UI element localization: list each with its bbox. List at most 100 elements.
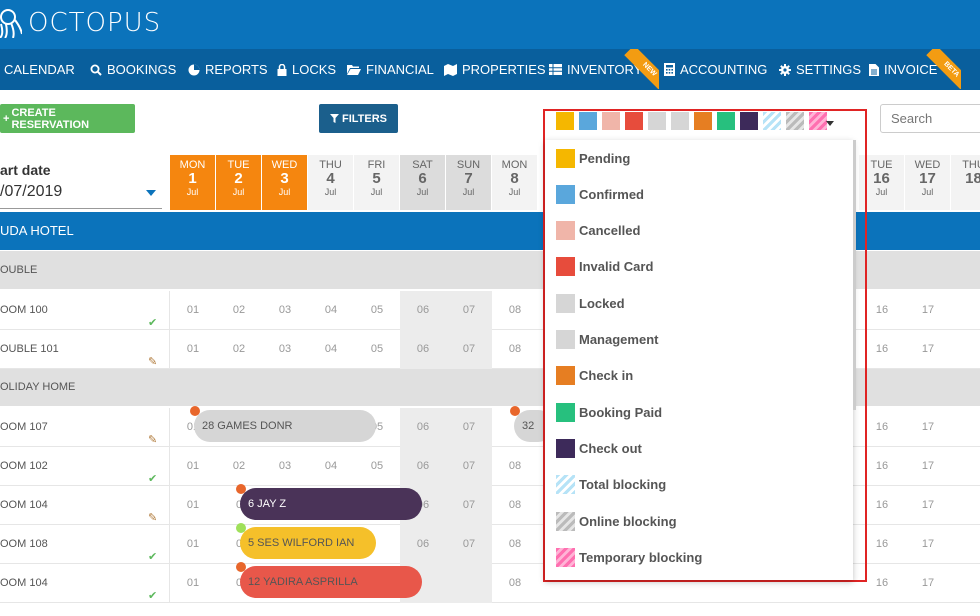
day-cell[interactable]: 01 bbox=[170, 330, 216, 369]
legend-item[interactable]: Booking Paid bbox=[556, 402, 662, 422]
day-cell[interactable]: 17 bbox=[905, 291, 951, 330]
day-cell[interactable]: 17 bbox=[905, 447, 951, 486]
day-cell[interactable]: 08 bbox=[492, 564, 538, 603]
room-name-cell[interactable]: OOM 100 ✔ bbox=[0, 291, 170, 330]
day-column-header[interactable]: SAT 6 Jul bbox=[400, 155, 446, 210]
day-cell[interactable]: 03 bbox=[262, 291, 308, 330]
day-cell[interactable]: 17 bbox=[905, 486, 951, 525]
booking-bar[interactable]: 6 JAY Z bbox=[240, 488, 422, 520]
legend-item[interactable]: Pending bbox=[556, 148, 630, 168]
status-swatch[interactable] bbox=[740, 112, 758, 130]
day-column-header[interactable]: FRI 5 Jul bbox=[354, 155, 400, 210]
day-cell[interactable]: 04 bbox=[308, 330, 354, 369]
day-cell[interactable]: 17 bbox=[905, 330, 951, 369]
day-cell[interactable]: 04 bbox=[308, 447, 354, 486]
nav-settings[interactable]: SETTINGS bbox=[779, 49, 861, 90]
legend-item[interactable]: Cancelled bbox=[556, 221, 640, 241]
booking-bar[interactable]: 12 YADIRA ASPRILLA bbox=[240, 566, 422, 598]
day-cell[interactable]: 08 bbox=[492, 525, 538, 564]
status-swatch[interactable] bbox=[809, 112, 827, 130]
nav-accounting[interactable]: ACCOUNTING bbox=[664, 49, 767, 90]
booking-bar[interactable]: 5 SES WILFORD IAN bbox=[240, 527, 376, 559]
day-cell[interactable]: 17 bbox=[905, 525, 951, 564]
day-column-header[interactable]: WED 3 Jul bbox=[262, 155, 308, 210]
day-cell[interactable]: 17 bbox=[905, 564, 951, 603]
day-cell[interactable]: 05 bbox=[354, 447, 400, 486]
nav-locks[interactable]: LOCKS bbox=[277, 49, 336, 90]
day-column-header[interactable]: THU18 bbox=[951, 155, 980, 210]
room-name-cell[interactable]: OOM 102 ✔ bbox=[0, 447, 170, 486]
day-cell[interactable]: 08 bbox=[492, 291, 538, 330]
nav-reports[interactable]: REPORTS bbox=[188, 49, 268, 90]
day-cell[interactable]: 07 bbox=[446, 291, 492, 330]
day-cell[interactable]: 07 bbox=[446, 447, 492, 486]
day-cell[interactable]: 06 bbox=[400, 330, 446, 369]
day-cell[interactable]: 07 bbox=[446, 408, 492, 447]
day-cell[interactable]: 08 bbox=[492, 330, 538, 369]
day-cell[interactable]: 02 bbox=[216, 447, 262, 486]
day-column-header[interactable]: TUE 2 Jul bbox=[216, 155, 262, 210]
legend-item[interactable]: Online blocking bbox=[556, 511, 677, 531]
day-cell[interactable]: 02 bbox=[216, 330, 262, 369]
day-column-header[interactable]: MON 8 Jul bbox=[492, 155, 538, 210]
day-cell[interactable] bbox=[446, 564, 492, 603]
caret-down-icon[interactable] bbox=[146, 190, 156, 196]
day-column-header[interactable]: WED 17 Jul bbox=[905, 155, 951, 210]
day-cell[interactable]: 08 bbox=[492, 447, 538, 486]
status-swatch[interactable] bbox=[671, 112, 689, 130]
room-name-cell[interactable]: OOM 108 ✔ bbox=[0, 525, 170, 564]
nav-calendar[interactable]: CALENDAR bbox=[4, 49, 75, 90]
room-name-cell[interactable]: OOM 104 ✎ bbox=[0, 486, 170, 525]
status-swatch[interactable] bbox=[579, 112, 597, 130]
nav-financial[interactable]: FINANCIAL bbox=[347, 49, 434, 90]
start-date-field[interactable]: /07/2019 bbox=[0, 183, 162, 209]
legend-item[interactable]: Total blocking bbox=[556, 475, 666, 495]
day-cell[interactable]: 01 bbox=[170, 447, 216, 486]
day-cell[interactable]: 01 bbox=[170, 291, 216, 330]
day-cell[interactable]: 05 bbox=[354, 330, 400, 369]
day-cell[interactable]: 04 bbox=[308, 291, 354, 330]
booking-bar[interactable]: 28 GAMES DONR bbox=[194, 410, 376, 442]
status-swatch[interactable] bbox=[625, 112, 643, 130]
search-input[interactable] bbox=[880, 104, 980, 133]
logo[interactable]: OCTOPUS bbox=[0, 6, 161, 40]
legend-item[interactable]: Confirmed bbox=[556, 184, 644, 204]
room-name-cell[interactable]: OOM 104 ✔ bbox=[0, 564, 170, 603]
day-cell[interactable]: 07 bbox=[446, 525, 492, 564]
day-cell[interactable]: 01 bbox=[170, 564, 216, 603]
nav-bookings[interactable]: BOOKINGS bbox=[90, 49, 176, 90]
legend-item[interactable]: Locked bbox=[556, 293, 625, 313]
day-cell[interactable]: 02 bbox=[216, 291, 262, 330]
day-cell[interactable]: 08 bbox=[492, 486, 538, 525]
day-cell[interactable]: 06 bbox=[400, 408, 446, 447]
legend-item[interactable]: Check out bbox=[556, 438, 642, 458]
day-cell[interactable]: 06 bbox=[400, 447, 446, 486]
legend-scrollbar[interactable] bbox=[853, 140, 856, 410]
status-swatch[interactable] bbox=[648, 112, 666, 130]
legend-item[interactable]: Management bbox=[556, 330, 658, 350]
day-column-header[interactable]: SUN 7 Jul bbox=[446, 155, 492, 210]
status-swatches[interactable] bbox=[556, 112, 827, 130]
nav-properties[interactable]: PROPERTIES bbox=[444, 49, 546, 90]
day-column-header[interactable]: MON 1 Jul bbox=[170, 155, 216, 210]
status-swatch[interactable] bbox=[556, 112, 574, 130]
caret-down-icon[interactable] bbox=[826, 121, 834, 126]
day-cell[interactable]: 03 bbox=[262, 447, 308, 486]
day-cell[interactable]: 05 bbox=[354, 291, 400, 330]
day-cell[interactable]: 01 bbox=[170, 486, 216, 525]
status-swatch[interactable] bbox=[602, 112, 620, 130]
legend-item[interactable]: Temporary blocking bbox=[556, 547, 702, 567]
day-cell[interactable]: 07 bbox=[446, 330, 492, 369]
room-name-cell[interactable]: OUBLE 101 ✎ bbox=[0, 330, 170, 369]
filters-button[interactable]: FILTERS bbox=[319, 104, 398, 133]
legend-item[interactable]: Check in bbox=[556, 366, 633, 386]
day-cell[interactable]: 06 bbox=[400, 525, 446, 564]
room-name-cell[interactable]: OOM 107 ✎ bbox=[0, 408, 170, 447]
day-column-header[interactable]: THU 4 Jul bbox=[308, 155, 354, 210]
status-swatch[interactable] bbox=[694, 112, 712, 130]
legend-item[interactable]: Invalid Card bbox=[556, 257, 653, 277]
status-swatch[interactable] bbox=[786, 112, 804, 130]
day-cell[interactable]: 03 bbox=[262, 330, 308, 369]
status-swatch[interactable] bbox=[763, 112, 781, 130]
status-swatch[interactable] bbox=[717, 112, 735, 130]
